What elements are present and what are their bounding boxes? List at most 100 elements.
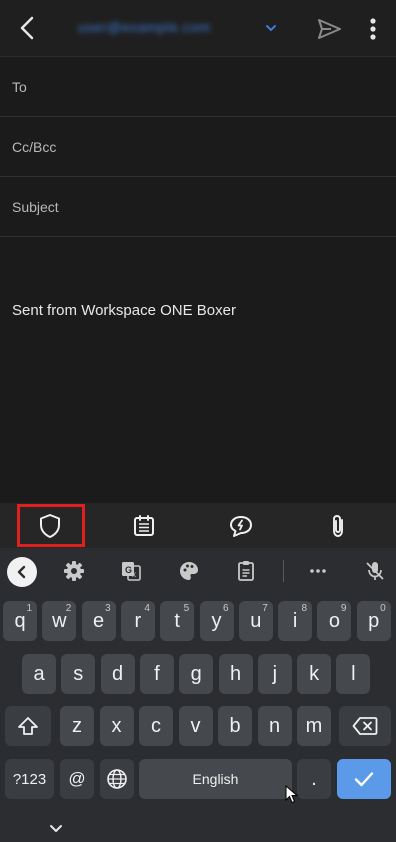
key-g[interactable]: g: [179, 654, 214, 694]
from-account-text: user@example.com: [78, 19, 211, 35]
key-i[interactable]: i8: [278, 601, 313, 641]
key-r[interactable]: r4: [120, 601, 155, 641]
key-label: u: [250, 609, 262, 632]
key-m[interactable]: m: [297, 706, 331, 746]
chevron-down-icon: [50, 825, 62, 832]
account-dropdown-button[interactable]: [264, 21, 278, 35]
key-label: c: [151, 714, 161, 737]
key-label: j: [272, 662, 278, 685]
key-o[interactable]: o9: [317, 601, 352, 641]
subject-field[interactable]: Subject: [0, 177, 396, 237]
to-field[interactable]: To: [0, 57, 396, 117]
send-button[interactable]: [314, 14, 344, 44]
hide-keyboard-button[interactable]: [46, 822, 66, 836]
key-label: z: [72, 714, 82, 737]
symbols-key[interactable]: ?123: [5, 759, 54, 799]
key-label: d: [112, 662, 124, 685]
globe-icon: [107, 769, 127, 789]
keyboard-collapse-button[interactable]: [7, 557, 37, 587]
checkmark-icon: [354, 772, 374, 787]
voice-input-button[interactable]: [362, 559, 388, 583]
key-l[interactable]: l: [336, 654, 371, 694]
key-label: g: [190, 662, 202, 685]
more-options-button[interactable]: [364, 14, 382, 44]
more-keyboard-options-button[interactable]: [305, 559, 331, 583]
key-hint: 4: [144, 603, 150, 614]
key-label: n: [268, 714, 281, 737]
key-s[interactable]: s: [61, 654, 96, 694]
key-n[interactable]: n: [257, 706, 292, 746]
translate-icon: G x: [122, 562, 141, 581]
more-horiz-icon: [310, 569, 326, 573]
keyboard: G x q 1 w 2 e 3 r 4 t 5 y 6 u 7 i 8 o 9 …: [0, 548, 396, 842]
key-j[interactable]: j: [257, 654, 292, 694]
key-d[interactable]: d: [100, 654, 135, 694]
cc-bcc-field[interactable]: Cc/Bcc: [0, 117, 396, 177]
translate-button[interactable]: G x: [118, 559, 144, 583]
key-w[interactable]: w2: [42, 601, 77, 641]
attachment-button[interactable]: [321, 509, 355, 543]
back-button[interactable]: [12, 12, 44, 44]
subject-label: Subject: [12, 199, 59, 215]
space-key[interactable]: English: [139, 759, 292, 799]
key-e[interactable]: e3: [81, 601, 116, 641]
calendar-icon: [134, 515, 154, 536]
space-key-label: English: [192, 771, 239, 787]
key-a[interactable]: a: [22, 654, 56, 694]
key-label: f: [154, 662, 160, 685]
from-account-selector[interactable]: user@example.com: [78, 17, 211, 37]
key-label: y: [211, 609, 222, 632]
key-label: t: [174, 609, 180, 632]
palette-icon: [180, 562, 198, 580]
key-k[interactable]: k: [297, 654, 332, 694]
clipboard-button[interactable]: [233, 559, 259, 583]
key-f[interactable]: f: [139, 654, 174, 694]
enter-key[interactable]: [337, 759, 391, 799]
key-b[interactable]: b: [218, 706, 252, 746]
period-key[interactable]: .: [297, 759, 331, 799]
gear-icon: [64, 561, 84, 581]
key-p[interactable]: p0: [356, 601, 391, 641]
at-key[interactable]: @: [60, 759, 94, 799]
key-v[interactable]: v: [178, 706, 213, 746]
backspace-key[interactable]: [339, 706, 391, 746]
send-icon: [318, 19, 341, 39]
key-x[interactable]: x: [99, 706, 134, 746]
svg-text:x: x: [132, 570, 136, 579]
message-body[interactable]: Sent from Workspace ONE Boxer: [0, 237, 396, 503]
key-label: h: [229, 662, 242, 685]
more-vert-icon: [370, 18, 376, 40]
key-q[interactable]: q1: [3, 601, 37, 641]
key-hint: 6: [222, 603, 229, 614]
key-t[interactable]: t5: [160, 601, 195, 641]
shift-key[interactable]: [5, 706, 51, 746]
language-key[interactable]: [100, 759, 134, 799]
key-z[interactable]: z: [60, 706, 94, 746]
key-label: k: [309, 662, 320, 685]
symbols-key-label: ?123: [12, 770, 47, 788]
cc-bcc-label: Cc/Bcc: [12, 139, 57, 155]
key-h[interactable]: h: [218, 654, 253, 694]
key-u[interactable]: u7: [238, 601, 273, 641]
key-c[interactable]: c: [139, 706, 173, 746]
key-label: o: [328, 609, 340, 632]
key-hint: 9: [340, 603, 347, 614]
keyboard-settings-button[interactable]: [61, 559, 87, 583]
key-label: i: [292, 609, 298, 632]
paperclip-icon: [333, 515, 343, 537]
toolbar-divider: [283, 560, 284, 582]
key-label: a: [33, 662, 45, 685]
key-label: v: [190, 714, 201, 737]
theme-button[interactable]: [176, 559, 202, 583]
mouse-cursor-icon: [285, 785, 299, 804]
calendar-availability-button[interactable]: [127, 509, 161, 543]
at-key-label: @: [68, 769, 86, 788]
mic-off-icon: [366, 562, 384, 580]
quick-reply-icon: [230, 516, 252, 537]
key-hint: 8: [301, 603, 308, 614]
key-label: x: [111, 714, 122, 737]
quick-reply-button[interactable]: [224, 509, 258, 543]
key-hint: 1: [26, 603, 32, 614]
key-y[interactable]: y6: [199, 601, 234, 641]
key-label: p: [368, 609, 380, 632]
